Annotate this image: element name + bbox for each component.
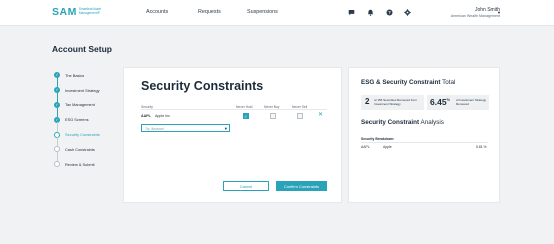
step-cash-constraints[interactable]: Cash Constraints — [54, 142, 100, 162]
never-sell-checkbox[interactable] — [297, 113, 303, 119]
logo-mark: SAM — [52, 6, 77, 18]
setup-steps: ✓ The Basics ✓ Investment Strategy ✓ Tax… — [54, 68, 100, 172]
user-name: John Smith — [474, 7, 500, 13]
column-header-never-sell: Never Sell — [292, 104, 308, 109]
securities-removed-metric: 2 of 156 Securities Removed from Investm… — [361, 95, 424, 110]
summary-heading-rest: Total — [440, 79, 456, 86]
breakdown-ticker: AAPL — [361, 145, 370, 149]
bell-icon[interactable] — [367, 9, 374, 16]
pending-step-icon — [54, 161, 60, 168]
metric-number: 6.45 — [430, 97, 447, 107]
step-review-submit[interactable]: Review & Submit — [54, 157, 100, 172]
user-menu[interactable]: John Smith American Wealth Management — [451, 7, 500, 18]
metric-value: 2 — [365, 97, 370, 106]
step-investment-strategy[interactable]: ✓ Investment Strategy — [54, 83, 100, 103]
logo-subtitle: Smartleaf Asset Management® — [78, 7, 102, 15]
constraint-summary-card: ESG & Security Constraint Total 2 of 156… — [348, 67, 500, 203]
step-tax-management[interactable]: ✓ Tax Management — [54, 98, 100, 118]
step-esg-screens[interactable]: ✓ ESG Screens — [54, 112, 100, 133]
chevron-down-icon: ▾ — [224, 125, 227, 131]
step-security-constraints[interactable]: Security Constraints — [54, 127, 100, 148]
analysis-heading-bold: Security Constraint — [361, 119, 420, 126]
svg-text:?: ? — [388, 10, 391, 15]
never-buy-checkbox[interactable] — [270, 113, 276, 119]
select-placeholder: Try 'Amazon' — [145, 126, 165, 131]
divider — [141, 109, 327, 110]
step-the-basics[interactable]: ✓ The Basics — [54, 68, 100, 88]
security-constraints-card: Security Constraints Security Never Hold… — [123, 67, 342, 203]
metric-unit: % — [446, 97, 451, 102]
card-title: Security Constraints — [141, 79, 264, 93]
step-label: Security Constraints — [65, 132, 100, 138]
step-label: The Basics — [65, 72, 85, 78]
breakdown-name: Apple — [383, 145, 392, 149]
nav-suspensions[interactable]: Suspensions — [247, 9, 278, 15]
gear-icon[interactable] — [404, 9, 411, 16]
confirm-constraints-button[interactable]: Confirm Constraints — [276, 181, 327, 191]
breakdown-percent: 5.81 % — [476, 145, 487, 149]
metric-value: 6.45% — [430, 97, 450, 107]
metric-text: of 156 Securities Removed from Investmen… — [374, 98, 417, 106]
analysis-heading: Security Constraint Analysis — [361, 119, 444, 126]
security-name: Apple Inc — [155, 114, 170, 118]
step-label: ESG Screens — [65, 117, 89, 123]
metric-text: of Investment Strategy Removed — [456, 98, 487, 106]
step-label: Tax Management — [65, 102, 95, 108]
close-icon[interactable]: ✕ — [318, 112, 323, 119]
summary-heading: ESG & Security Constraint Total — [361, 79, 455, 86]
logo[interactable]: SAM Smartleaf Asset Management® — [52, 6, 119, 18]
column-header-security: Security — [141, 104, 153, 109]
divider — [361, 142, 488, 143]
breakdown-title: Security Breakdown — [361, 137, 394, 141]
security-ticker: AAPL — [141, 114, 151, 118]
top-navigation-bar: SAM Smartleaf Asset Management® Accounts… — [0, 0, 554, 26]
analysis-heading-rest: Analysis — [419, 119, 444, 126]
never-hold-checkbox[interactable]: ✓ — [243, 113, 249, 119]
strategy-removed-metric: 6.45% of Investment Strategy Removed — [427, 95, 489, 110]
chat-icon[interactable] — [348, 9, 355, 16]
chevron-down-icon[interactable]: ▼ — [497, 10, 501, 15]
step-label: Investment Strategy — [65, 87, 100, 93]
column-header-never-hold: Never Hold — [236, 104, 253, 109]
column-header-never-buy: Never Buy — [264, 104, 280, 109]
nav-requests[interactable]: Requests — [198, 9, 221, 15]
summary-heading-bold: ESG & Security Constraint — [361, 79, 441, 86]
help-icon[interactable]: ? — [386, 9, 393, 16]
security-search-select[interactable]: Try 'Amazon' ▾ — [141, 124, 230, 132]
step-label: Review & Submit — [65, 161, 95, 167]
cancel-button[interactable]: Cancel — [223, 181, 269, 191]
page-title: Account Setup — [52, 44, 112, 54]
user-organization: American Wealth Management — [450, 14, 500, 18]
step-label: Cash Constraints — [65, 146, 95, 152]
nav-accounts[interactable]: Accounts — [146, 9, 168, 15]
